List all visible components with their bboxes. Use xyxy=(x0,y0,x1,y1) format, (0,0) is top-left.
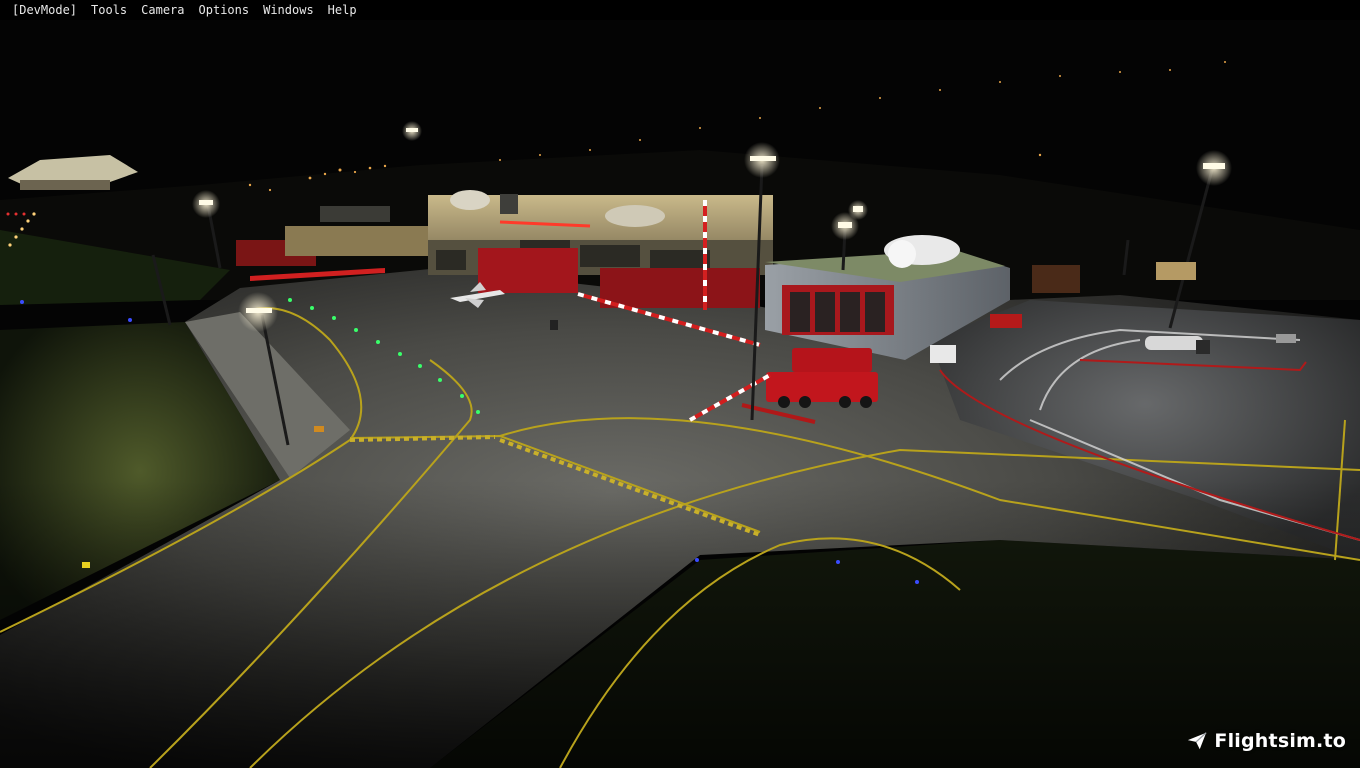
devmode-menubar: [DevMode] Tools Camera Options Windows H… xyxy=(0,0,1360,20)
main-terminal xyxy=(428,190,773,310)
menu-options[interactable]: Options xyxy=(193,0,258,20)
airport-night-scene xyxy=(0,0,1360,768)
flightsim-watermark: Flightsim.to xyxy=(1186,730,1346,752)
paper-plane-icon xyxy=(1188,732,1208,750)
menu-windows[interactable]: Windows xyxy=(257,0,322,20)
menu-devmode[interactable]: [DevMode] xyxy=(6,0,85,20)
menu-camera[interactable]: Camera xyxy=(135,0,192,20)
watermark-text: Flightsim.to xyxy=(1214,730,1346,752)
menu-tools[interactable]: Tools xyxy=(85,0,135,20)
menu-help[interactable]: Help xyxy=(322,0,365,20)
sim-viewport[interactable]: [DevMode] Tools Camera Options Windows H… xyxy=(0,0,1360,768)
